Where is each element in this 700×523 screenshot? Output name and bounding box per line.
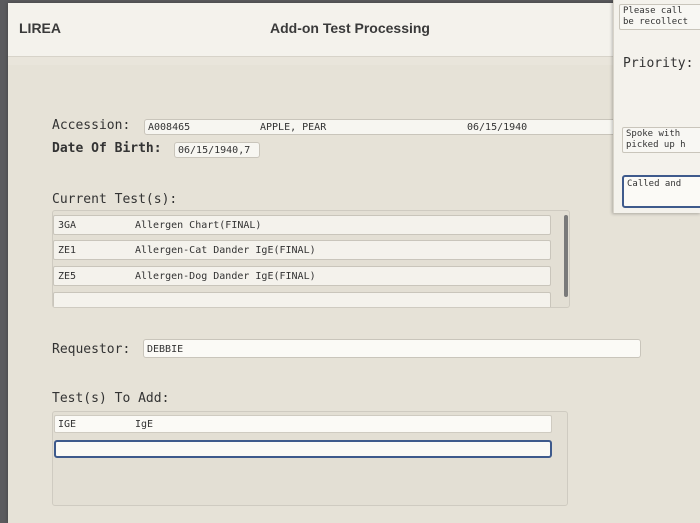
test-name: Allergen-Dog Dander IgE(FINAL) (135, 271, 316, 282)
side-comments-window: Please call be recollect Priority: Spoke… (613, 0, 700, 213)
side-note: Please call be recollect (619, 4, 700, 30)
accession-number: A008465 (148, 122, 191, 133)
add-test-name: IgE (135, 419, 154, 430)
tests-to-add-list: IGE IgE (52, 411, 568, 506)
add-test-code: IGE (58, 419, 77, 430)
accession-field[interactable]: A008465 APPLE, PEAR 06/15/1940 (144, 119, 664, 135)
add-test-input[interactable] (54, 440, 552, 458)
side-comment-1[interactable]: Spoke with picked up h (622, 127, 700, 153)
window-title: Add-on Test Processing (270, 20, 430, 36)
test-code: ZE1 (58, 245, 77, 256)
title-bar: LIREA Add-on Test Processing (8, 3, 700, 57)
test-name: Allergen-Cat Dander IgE(FINAL) (135, 245, 316, 256)
requestor-label: Requestor: (52, 342, 131, 357)
test-code: ZE5 (58, 271, 77, 282)
test-row[interactable] (53, 292, 551, 307)
test-row[interactable]: ZE5 Allergen-Dog Dander IgE(FINAL) (53, 266, 551, 286)
priority-label-text: Priority: (623, 56, 694, 71)
patient-dob-inline: 06/15/1940 (467, 122, 528, 133)
test-name: Allergen Chart(FINAL) (135, 220, 262, 231)
test-code: 3GA (58, 220, 77, 231)
app-code: LIREA (19, 20, 61, 36)
current-tests-list[interactable]: 3GA Allergen Chart(FINAL) ZE1 Allergen-C… (52, 210, 570, 308)
requestor-input[interactable]: DEBBIE (143, 339, 641, 358)
test-row[interactable]: ZE1 Allergen-Cat Dander IgE(FINAL) (53, 240, 551, 260)
priority-label: Priority: (623, 56, 693, 71)
test-row[interactable]: 3GA Allergen Chart(FINAL) (53, 215, 551, 235)
dob-field[interactable]: 06/15/1940,7 (174, 142, 260, 158)
accession-label: Accession: (52, 118, 131, 133)
patient-name: APPLE, PEAR (260, 122, 327, 133)
current-tests-scrollbar[interactable] (564, 215, 568, 297)
current-tests-heading: Current Test(s): (52, 192, 178, 207)
side-note-line: be recollect (623, 17, 689, 27)
tests-to-add-heading: Test(s) To Add: (52, 391, 170, 406)
side-comment-2[interactable]: Called and (622, 175, 700, 208)
side-note-line: Please call (623, 6, 683, 16)
dob-label: Date Of Birth: (52, 141, 162, 156)
list-item[interactable]: IGE IgE (54, 415, 552, 433)
comment-line: Spoke with (626, 129, 681, 139)
add-on-test-window: LIREA Add-on Test Processing Accession: … (8, 3, 700, 523)
comment-line: picked up h (626, 140, 686, 150)
